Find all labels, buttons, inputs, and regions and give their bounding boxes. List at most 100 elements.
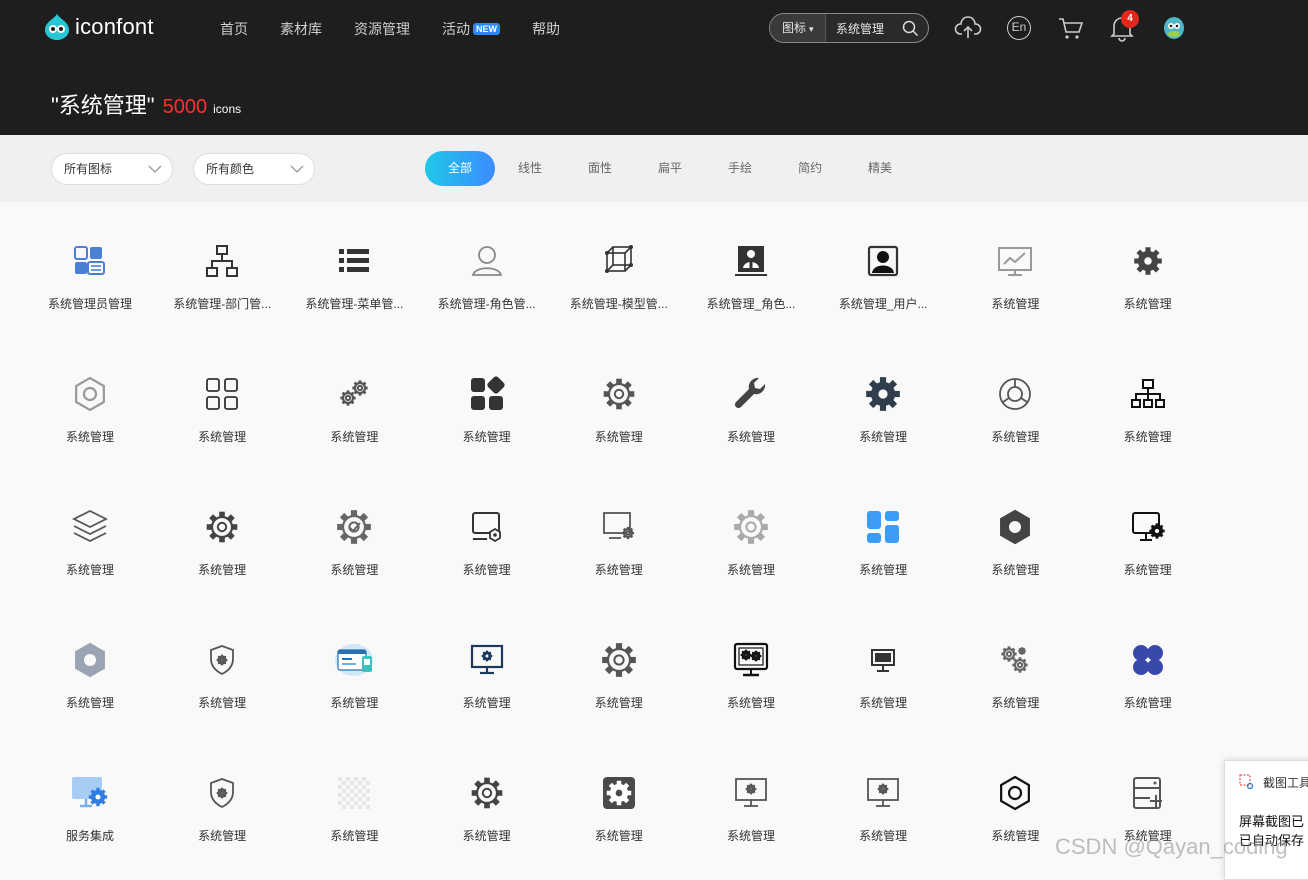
icon-card[interactable]: 系统管理 bbox=[553, 734, 685, 867]
cart-icon[interactable] bbox=[1057, 14, 1085, 42]
icon-card[interactable]: 系统管理员管理 bbox=[24, 202, 156, 335]
icon-name: 系统管理 bbox=[726, 829, 775, 843]
icon-card[interactable]: 系统管理 bbox=[553, 335, 685, 468]
icon-card[interactable]: 系统管理 bbox=[817, 468, 949, 601]
gear-outline-icon bbox=[467, 773, 507, 813]
icon-name: 系统管理 bbox=[330, 430, 379, 444]
chevron-down-icon: ▾ bbox=[809, 24, 814, 34]
language-switch[interactable]: En bbox=[1007, 16, 1031, 40]
icon-card[interactable]: 系统管理 bbox=[24, 468, 156, 601]
icon-name: 系统管理 bbox=[1123, 563, 1172, 577]
icon-name: 系统管理 bbox=[991, 297, 1040, 311]
icon-card[interactable]: 系统管理 bbox=[553, 601, 685, 734]
snipping-toast[interactable]: 截图工具 屏幕截图已 已自动保存 bbox=[1224, 760, 1308, 880]
monitor-blue-gear-icon bbox=[70, 773, 110, 813]
icon-card[interactable]: 系统管理 bbox=[949, 335, 1081, 468]
gear-solid-icon bbox=[863, 374, 903, 414]
icon-card[interactable]: 系统管理 bbox=[949, 202, 1081, 335]
icon-card[interactable]: 系统管理 bbox=[421, 468, 553, 601]
icon-card[interactable]: 系统管理 bbox=[1082, 601, 1214, 734]
icon-card[interactable]: 系统管理 bbox=[685, 734, 817, 867]
logo[interactable]: iconfont bbox=[42, 12, 154, 42]
tab-simple[interactable]: 简约 bbox=[775, 151, 845, 186]
icon-type-select[interactable]: 所有图标 bbox=[51, 153, 173, 185]
icon-card[interactable]: 系统管理 bbox=[156, 734, 288, 867]
list-menu-icon bbox=[334, 241, 374, 281]
gear-thin-icon bbox=[731, 507, 771, 547]
search-bar: 图标 ▾ bbox=[769, 13, 929, 43]
search-icon[interactable] bbox=[902, 20, 919, 37]
tab-handdrawn[interactable]: 手绘 bbox=[705, 151, 775, 186]
icon-card[interactable]: 系统管理 bbox=[288, 468, 420, 601]
icon-card[interactable]: 服务集成 bbox=[24, 734, 156, 867]
nav-resources[interactable]: 资源管理 bbox=[354, 19, 410, 39]
layers-icon bbox=[70, 507, 110, 547]
icon-card[interactable]: 系统管理_角色... bbox=[685, 202, 817, 335]
nav-home[interactable]: 首页 bbox=[220, 19, 248, 39]
shield-gear-icon bbox=[202, 773, 242, 813]
icon-card[interactable]: 系统管理-角色管... bbox=[421, 202, 553, 335]
gear-check-icon bbox=[334, 507, 374, 547]
icon-name: 系统管理_角色... bbox=[706, 297, 796, 311]
color-select[interactable]: 所有颜色 bbox=[193, 153, 315, 185]
icon-card[interactable]: 系统管理-模型管... bbox=[553, 202, 685, 335]
nav-help[interactable]: 帮助 bbox=[532, 19, 560, 39]
admin-panel-icon bbox=[70, 241, 110, 281]
icon-card[interactable]: 系统管理 bbox=[24, 601, 156, 734]
tab-solid[interactable]: 面性 bbox=[565, 151, 635, 186]
scissors-icon bbox=[1239, 774, 1254, 790]
nav-library[interactable]: 素材库 bbox=[280, 19, 322, 39]
icon-card[interactable]: 系统管理 bbox=[685, 468, 817, 601]
icon-card[interactable]: 系统管理 bbox=[685, 335, 817, 468]
icon-card[interactable]: 系统管理 bbox=[1082, 468, 1214, 601]
icon-card[interactable]: 系统管理 bbox=[949, 601, 1081, 734]
nav-activity[interactable]: 活动 NEW bbox=[442, 19, 500, 39]
apps-solid-icon bbox=[467, 374, 507, 414]
filter-bar: 所有图标 所有颜色 全部 线性 面性 扁平 手绘 简约 精美 bbox=[0, 135, 1308, 202]
icon-card[interactable]: 系统管理 bbox=[817, 734, 949, 867]
icon-card[interactable]: 系统管理 bbox=[1082, 202, 1214, 335]
icon-card[interactable]: 系统管理 bbox=[288, 734, 420, 867]
search-input[interactable] bbox=[836, 21, 906, 35]
icon-card[interactable]: 系统管理-菜单管... bbox=[288, 202, 420, 335]
search-type-select[interactable]: 图标 ▾ bbox=[770, 14, 826, 42]
icon-card[interactable]: 系统管理 bbox=[156, 335, 288, 468]
icon-name: 系统管理员管理 bbox=[47, 297, 132, 311]
icon-card[interactable]: 系统管理_用户... bbox=[817, 202, 949, 335]
icon-card[interactable]: 系统管理 bbox=[24, 335, 156, 468]
flower-tiles-icon bbox=[1128, 640, 1168, 680]
icon-card[interactable]: 系统管理 bbox=[1082, 335, 1214, 468]
icon-name: 系统管理 bbox=[198, 829, 247, 843]
icon-card[interactable]: 系统管理 bbox=[288, 335, 420, 468]
transparent-placeholder-icon bbox=[334, 773, 374, 813]
upload-cloud-icon[interactable] bbox=[954, 14, 982, 42]
tab-exquisite[interactable]: 精美 bbox=[845, 151, 915, 186]
icon-name: 系统管理 bbox=[330, 829, 379, 843]
icon-card[interactable]: 系统管理 bbox=[288, 601, 420, 734]
icon-name: 系统管理 bbox=[330, 696, 379, 710]
icon-card[interactable]: 系统管理 bbox=[421, 335, 553, 468]
icon-card[interactable]: 系统管理 bbox=[817, 335, 949, 468]
icon-card[interactable]: 系统管理 bbox=[553, 468, 685, 601]
dashboard-illustration-icon bbox=[334, 640, 374, 680]
avatar[interactable] bbox=[1161, 14, 1187, 42]
icon-name: 系统管理 bbox=[1123, 297, 1172, 311]
icon-card[interactable]: 系统管理 bbox=[685, 601, 817, 734]
icon-card[interactable]: 系统管理 bbox=[156, 601, 288, 734]
icon-card[interactable]: 系统管理 bbox=[421, 601, 553, 734]
result-title: "系统管理" 5000 icons bbox=[51, 88, 241, 120]
search-type-label: 图标 bbox=[782, 21, 807, 35]
gear-box-icon bbox=[599, 773, 639, 813]
icon-name: 系统管理 bbox=[462, 430, 511, 444]
icon-card[interactable]: 系统管理 bbox=[817, 601, 949, 734]
icon-card[interactable]: 系统管理 bbox=[949, 468, 1081, 601]
tab-linear[interactable]: 线性 bbox=[495, 151, 565, 186]
main-nav: 首页 素材库 资源管理 活动 NEW 帮助 bbox=[220, 19, 592, 39]
icon-name: 系统管理 bbox=[462, 696, 511, 710]
icon-card[interactable]: 系统管理-部门管... bbox=[156, 202, 288, 335]
tab-all[interactable]: 全部 bbox=[425, 151, 495, 186]
icon-card[interactable]: 系统管理 bbox=[421, 734, 553, 867]
tab-flat[interactable]: 扁平 bbox=[635, 151, 705, 186]
icon-card[interactable]: 系统管理 bbox=[156, 468, 288, 601]
icon-name: 系统管理 bbox=[1123, 696, 1172, 710]
